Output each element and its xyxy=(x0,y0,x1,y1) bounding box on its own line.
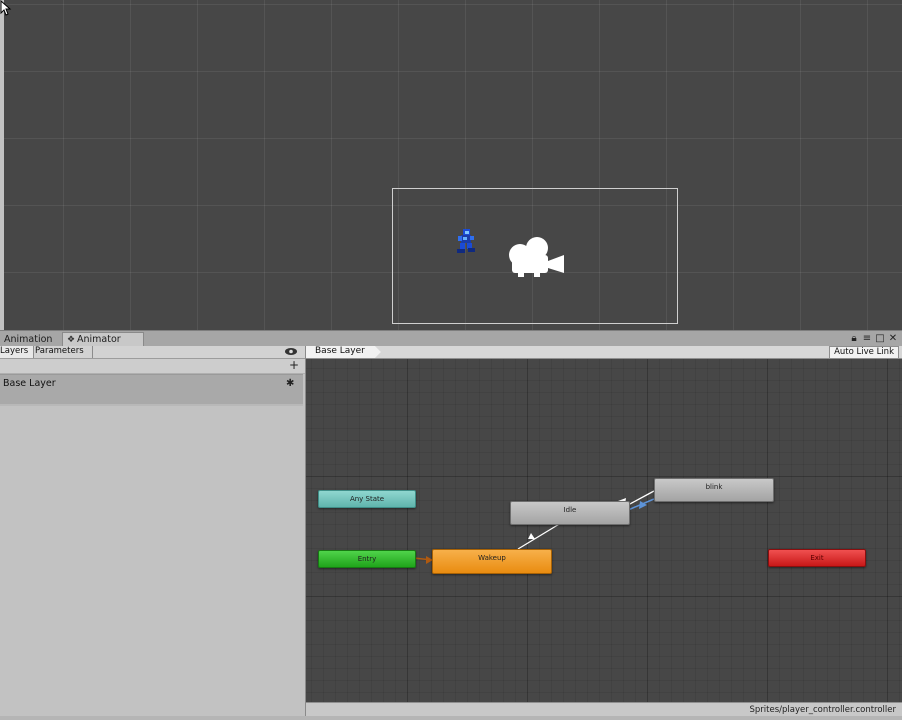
editor-tab-bar: Animation ❖ Animator 🔒︎ ≡ □ ✕ xyxy=(0,330,902,348)
state-idle[interactable]: Idle xyxy=(510,501,630,525)
state-exit[interactable]: Exit xyxy=(768,549,866,567)
menu-icon[interactable]: ≡ xyxy=(862,333,872,344)
graph-toolbar: Base Layer Auto Live Link xyxy=(306,346,902,359)
scene-left-border xyxy=(0,0,4,330)
tab-layers[interactable]: Layers xyxy=(0,346,34,358)
auto-live-link-button[interactable]: Auto Live Link xyxy=(829,346,899,359)
layer-divider xyxy=(0,404,303,406)
layer-name: Base Layer xyxy=(3,378,56,389)
close-icon[interactable]: ✕ xyxy=(888,333,898,344)
add-layer-button[interactable]: + xyxy=(288,359,300,372)
tab-animator-label: Animator xyxy=(77,334,121,345)
tab-parameters[interactable]: Parameters xyxy=(32,346,93,358)
layers-toolbar: + xyxy=(0,359,305,374)
asset-path: Sprites/player_controller.controller xyxy=(749,705,897,715)
state-entry[interactable]: Entry xyxy=(318,550,416,568)
lock-icon[interactable]: 🔒︎ xyxy=(849,333,859,344)
gear-icon[interactable]: ✱ xyxy=(286,378,294,389)
breadcrumb[interactable]: Base Layer xyxy=(306,346,381,358)
tab-animation[interactable]: Animation xyxy=(0,333,64,347)
arrow-head xyxy=(528,533,535,539)
scene-view[interactable] xyxy=(0,0,902,330)
animator-icon: ❖ xyxy=(67,335,76,345)
player-sprite[interactable] xyxy=(454,227,476,255)
transitions-layer xyxy=(413,490,655,564)
layer-item[interactable]: Base Layer ✱ xyxy=(0,374,303,406)
layers-panel: Layers Parameters + Base Layer ✱ xyxy=(0,346,306,720)
state-blink[interactable]: blink xyxy=(654,478,774,502)
animator-graph: Base Layer Auto Live Link Any State Entr… xyxy=(306,346,902,720)
arrow-cursor-icon xyxy=(0,0,12,16)
bottom-strip xyxy=(0,716,902,720)
transition-wakeup-idle[interactable] xyxy=(517,522,562,550)
camera-gizmo-icon[interactable] xyxy=(506,235,566,279)
state-any-state[interactable]: Any State xyxy=(318,490,416,508)
state-wakeup[interactable]: Wakeup xyxy=(432,549,552,574)
layers-panel-tabs: Layers Parameters xyxy=(0,346,305,359)
eye-icon[interactable] xyxy=(284,346,298,357)
maximize-icon[interactable]: □ xyxy=(875,333,885,344)
window-controls: 🔒︎ ≡ □ ✕ xyxy=(849,333,898,345)
state-machine-canvas[interactable]: Any State Entry Wakeup Idle blink Exit xyxy=(306,359,902,702)
